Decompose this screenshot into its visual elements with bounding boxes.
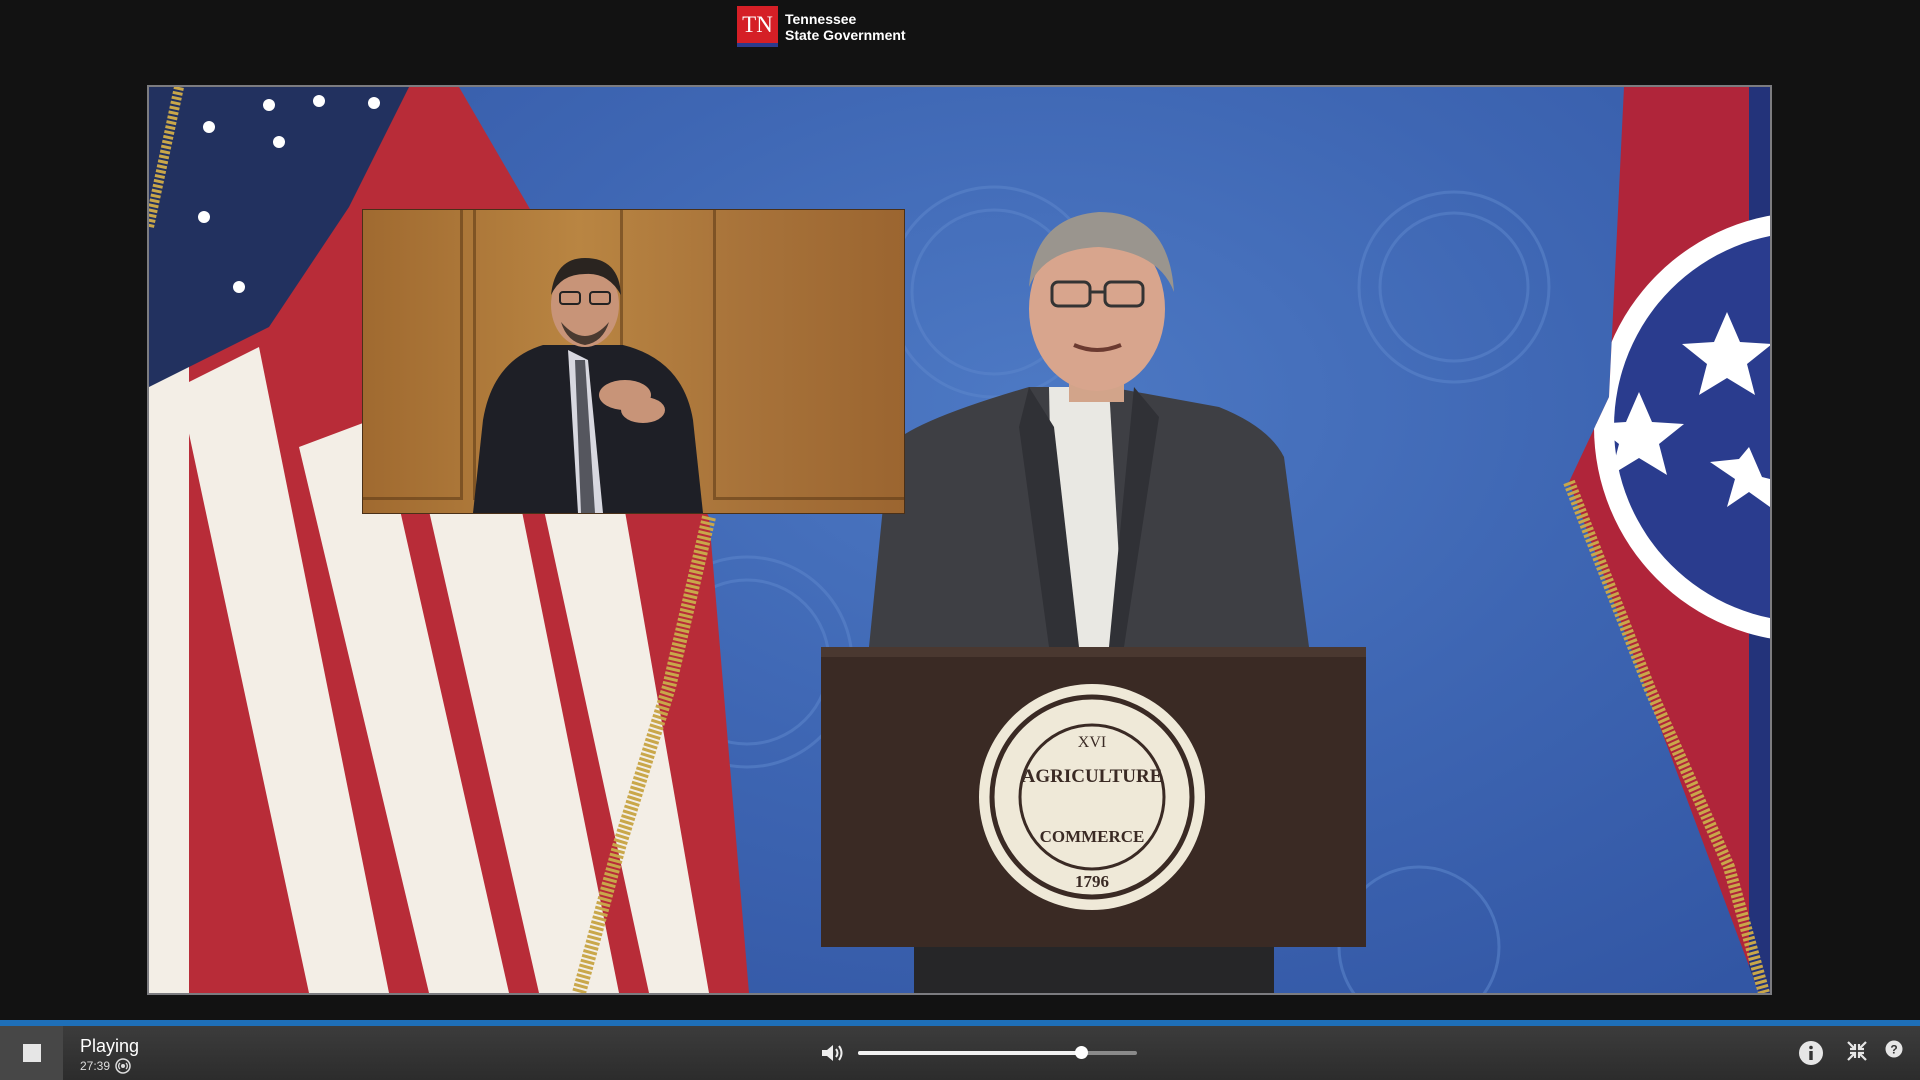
info-icon[interactable]	[1798, 1040, 1824, 1066]
status-label: Playing	[80, 1036, 140, 1056]
brand-header: TN Tennessee State Government	[737, 6, 906, 47]
svg-text:?: ?	[1890, 1043, 1897, 1057]
brand-line-1: Tennessee	[785, 10, 857, 27]
volume-slider[interactable]	[858, 1046, 1137, 1059]
podium: XVI AGRICULTURE COMMERCE 1796	[821, 647, 1366, 993]
seal-commerce: COMMERCE	[1040, 827, 1145, 846]
seal-year: 1796	[1075, 872, 1109, 891]
playback-status: Playing 27:39	[80, 1036, 139, 1074]
asl-interpreter-inset	[362, 209, 905, 514]
stop-button[interactable]	[0, 1026, 63, 1080]
brand-text: Tennessee State Government	[785, 11, 906, 43]
player-control-bar: Playing 27:39 ?	[0, 1020, 1920, 1080]
seal-roman: XVI	[1078, 734, 1106, 751]
speaker	[869, 212, 1309, 647]
elapsed-time: 27:39	[80, 1059, 111, 1073]
stop-icon	[22, 1044, 41, 1062]
tennessee-flag	[1569, 87, 1770, 993]
interpreter-figure	[473, 258, 703, 513]
seal-agriculture: AGRICULTURE	[1022, 766, 1163, 787]
exit-fullscreen-icon[interactable]	[1846, 1040, 1868, 1062]
live-broadcast-icon	[115, 1058, 131, 1074]
volume-icon[interactable]	[820, 1042, 846, 1064]
brand-line-2: State Government	[785, 26, 906, 43]
volume-level	[858, 1051, 1082, 1055]
tn-logo: TN	[737, 6, 778, 47]
help-icon[interactable]: ?	[1885, 1040, 1903, 1058]
video-frame[interactable]: XVI AGRICULTURE COMMERCE 1796	[147, 85, 1772, 995]
volume-handle[interactable]	[1075, 1046, 1089, 1059]
